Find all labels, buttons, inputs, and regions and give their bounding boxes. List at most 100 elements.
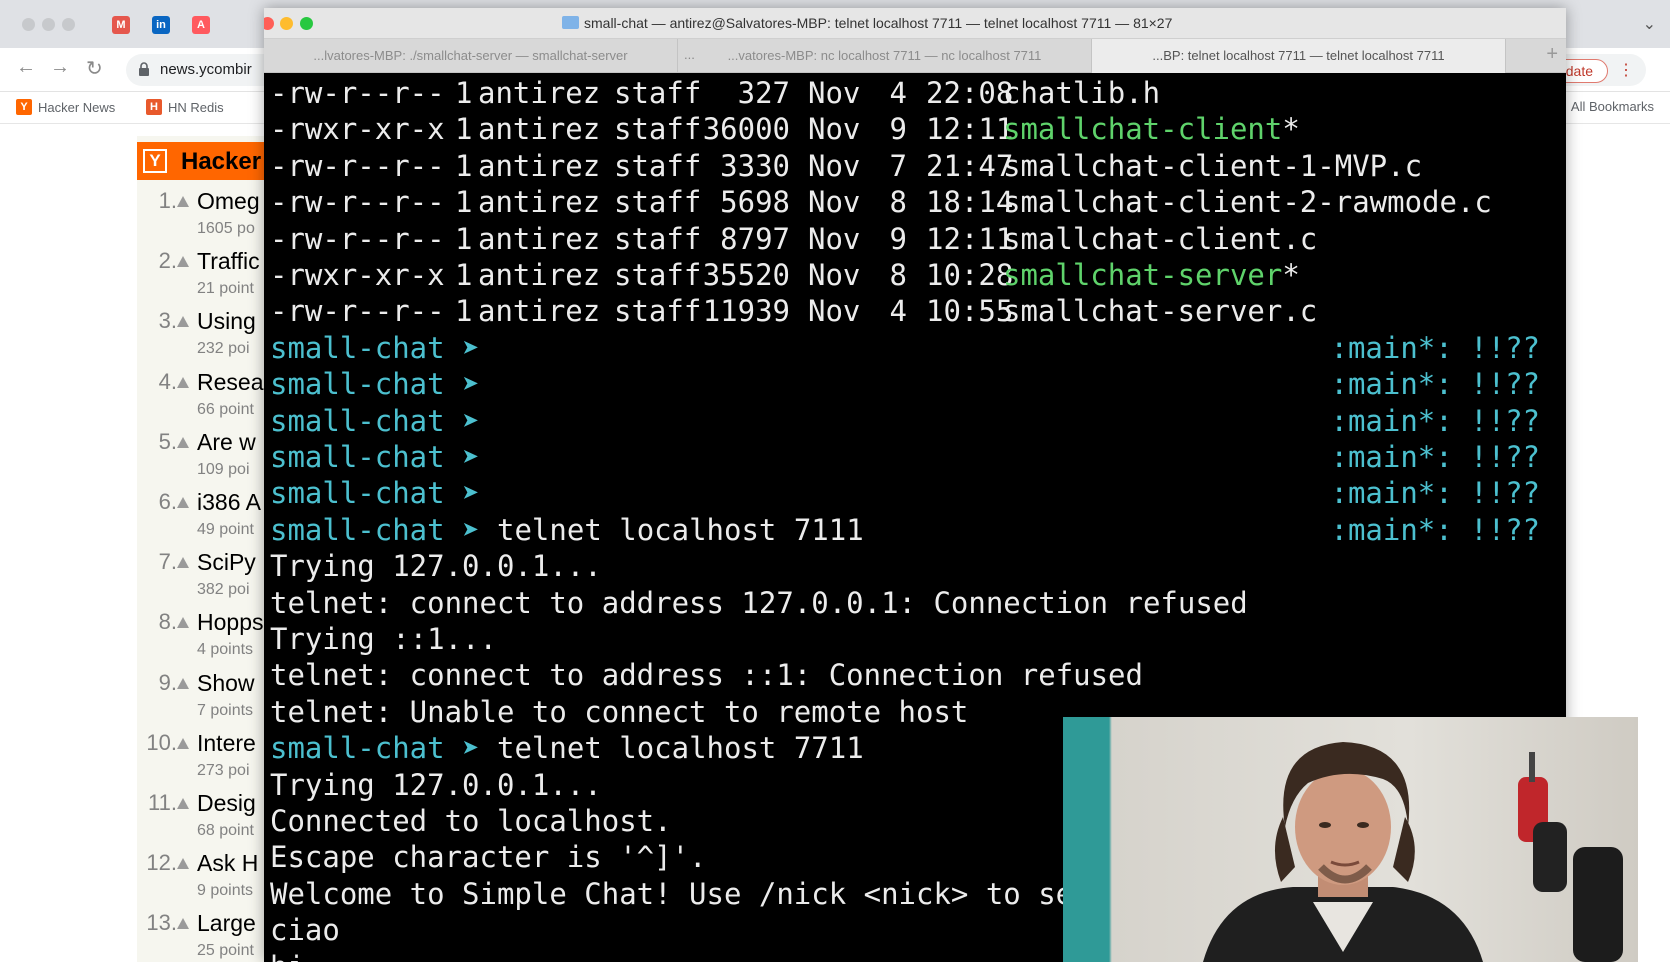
upvote-arrow-icon[interactable] <box>177 617 189 629</box>
output-text: Trying 127.0.0.1... <box>270 767 602 802</box>
hn-story-points: 68 point <box>197 822 254 839</box>
file-links: 1 <box>455 112 473 147</box>
file-time: 10:28 <box>926 258 1014 292</box>
prompt-directory: small-chat <box>270 440 445 474</box>
hn-rank: 4. <box>158 368 177 394</box>
new-tab-button[interactable]: + <box>1546 43 1558 66</box>
output-text: Connected to localhost. <box>270 804 672 838</box>
hn-logo[interactable]: Y <box>143 149 167 173</box>
upvote-arrow-icon[interactable] <box>177 196 189 207</box>
file-month: Nov <box>808 76 861 110</box>
forward-icon[interactable]: → <box>50 56 70 79</box>
hn-story-link[interactable]: i386 A <box>197 489 261 516</box>
zoom-window-button[interactable] <box>62 18 75 31</box>
airbnb-icon[interactable]: A <box>192 16 210 34</box>
hn-rank: 5. <box>158 428 177 454</box>
file-links: 1 <box>455 148 473 183</box>
output-text: telnet: Unable to connect to remote host <box>270 694 969 729</box>
hn-story-link[interactable]: Using <box>197 308 256 335</box>
hn-story-points: 7 points <box>197 701 254 719</box>
upvote-arrow-icon[interactable] <box>177 677 189 689</box>
chevron-down-icon[interactable]: ⌄ <box>1643 14 1656 34</box>
hn-story-link[interactable]: Hopps <box>197 609 263 636</box>
upvote-arrow-icon[interactable] <box>177 858 189 870</box>
shell-prompt-line: small-chat ➤ :main*: !!?? <box>270 475 1560 511</box>
hn-story-link[interactable]: Desig <box>197 790 256 817</box>
hn-story-link[interactable]: Large <box>197 910 256 937</box>
close-window-button[interactable] <box>264 17 274 30</box>
terminal-tab-server[interactable]: ...lvatores-MBP: ./smallchat-server — sm… <box>264 39 678 73</box>
hn-rank: 11. <box>148 790 177 815</box>
file-perms: -rw-r--r-- <box>270 221 445 256</box>
file-size: 327 <box>737 76 790 110</box>
file-time: 12:11 <box>926 112 1014 147</box>
upvote-arrow-icon[interactable] <box>177 918 189 930</box>
hn-story-link[interactable]: Traffic <box>197 248 260 275</box>
executable-mark: * <box>1282 112 1300 147</box>
upvote-arrow-icon[interactable] <box>177 798 189 809</box>
file-name: smallchat-client-2-rawmode.c <box>1003 185 1492 220</box>
upvote-arrow-icon[interactable] <box>177 497 189 508</box>
hn-rank: 7. <box>158 549 177 575</box>
executable-mark: * <box>1282 258 1300 292</box>
file-links: 1 <box>455 258 473 292</box>
file-listing-row: -rw-r--r-- 1 antirez staff 8797 Nov 9 12:11 smal… <box>270 221 1560 257</box>
hn-story-link[interactable]: Intere <box>197 730 256 757</box>
hn-story-link[interactable]: Resea <box>197 369 263 396</box>
git-status-prompt: :main*: !!?? <box>1330 330 1540 365</box>
file-day: 7 <box>889 148 907 183</box>
file-group: staff <box>614 148 702 183</box>
shell-prompt-line: small-chat ➤ :main*: !!?? <box>270 330 1560 366</box>
all-bookmarks-link[interactable]: All Bookmarks <box>1571 99 1654 114</box>
hn-story-link[interactable]: Omeg <box>197 188 260 215</box>
hn-story-link[interactable]: SciPy <box>197 549 256 576</box>
git-status-prompt: :main*: !!?? <box>1330 476 1540 511</box>
upvote-arrow-icon[interactable] <box>177 256 189 268</box>
upvote-arrow-icon[interactable] <box>177 376 189 388</box>
output-text: telnet: connect to address 127.0.0.1: Co… <box>270 585 1248 620</box>
hn-story-link[interactable]: Ask H <box>197 850 258 877</box>
terminal-tab-nc[interactable]: ...vatores-MBP: nc localhost 7711 — nc l… <box>678 39 1092 73</box>
upvote-arrow-icon[interactable] <box>177 737 189 749</box>
hn-story-points: 66 point <box>197 400 254 418</box>
file-time: 21:47 <box>926 148 1014 183</box>
hn-story-points: 232 poi <box>197 340 250 358</box>
upvote-arrow-icon[interactable] <box>177 316 189 328</box>
file-month: Nov <box>808 112 861 147</box>
file-month: Nov <box>808 221 861 256</box>
upvote-arrow-icon[interactable] <box>177 557 189 569</box>
minimize-window-button[interactable] <box>42 18 55 31</box>
reload-icon[interactable]: ↻ <box>86 56 103 81</box>
prompt-arrow-icon: ➤ <box>462 731 480 766</box>
prompt-directory: small-chat <box>270 512 445 547</box>
linkedin-icon[interactable]: in <box>152 16 170 34</box>
terminal-tab-telnet[interactable]: ...BP: telnet localhost 7711 — telnet lo… <box>1092 39 1506 73</box>
hn-rank: 13. <box>146 910 177 936</box>
back-icon[interactable]: ← <box>16 56 36 79</box>
lock-icon <box>139 62 149 76</box>
presenter-image <box>1203 742 1623 962</box>
output-text: Welcome to Simple Chat! Use /nick <nick>… <box>270 876 1143 911</box>
file-owner: antirez <box>478 258 601 292</box>
hn-site-title[interactable]: Hacker <box>181 148 261 176</box>
gmail-icon[interactable]: M <box>112 16 130 34</box>
minimize-window-button[interactable] <box>280 17 293 30</box>
output-text: Trying 127.0.0.1... <box>270 549 602 584</box>
bookmark-hn-redis[interactable]: H HN Redis <box>146 99 224 115</box>
shell-prompt-line: small-chat ➤ :main*: !!?? <box>270 439 1560 475</box>
hn-story-link[interactable]: Are w <box>197 429 256 456</box>
file-perms: -rw-r--r-- <box>270 185 445 220</box>
prompt-directory: small-chat <box>270 476 445 511</box>
hn-story-link[interactable]: Show <box>197 670 255 697</box>
menu-kebab-icon[interactable]: ⋮ <box>1618 60 1634 80</box>
close-window-button[interactable] <box>22 18 35 31</box>
upvote-arrow-icon[interactable] <box>177 436 189 448</box>
file-perms: -rw-r--r-- <box>270 148 445 183</box>
bookmark-hacker-news[interactable]: Y Hacker News <box>16 99 115 115</box>
git-status-prompt: :main*: !!?? <box>1330 440 1540 474</box>
hn-rank: 8. <box>158 609 177 635</box>
terminal-window-title: small-chat — antirez@Salvatores-MBP: tel… <box>584 15 1173 31</box>
git-status-prompt: :main*: !!?? <box>1330 403 1540 438</box>
zoom-window-button[interactable] <box>300 17 313 30</box>
file-owner: antirez <box>478 221 601 256</box>
